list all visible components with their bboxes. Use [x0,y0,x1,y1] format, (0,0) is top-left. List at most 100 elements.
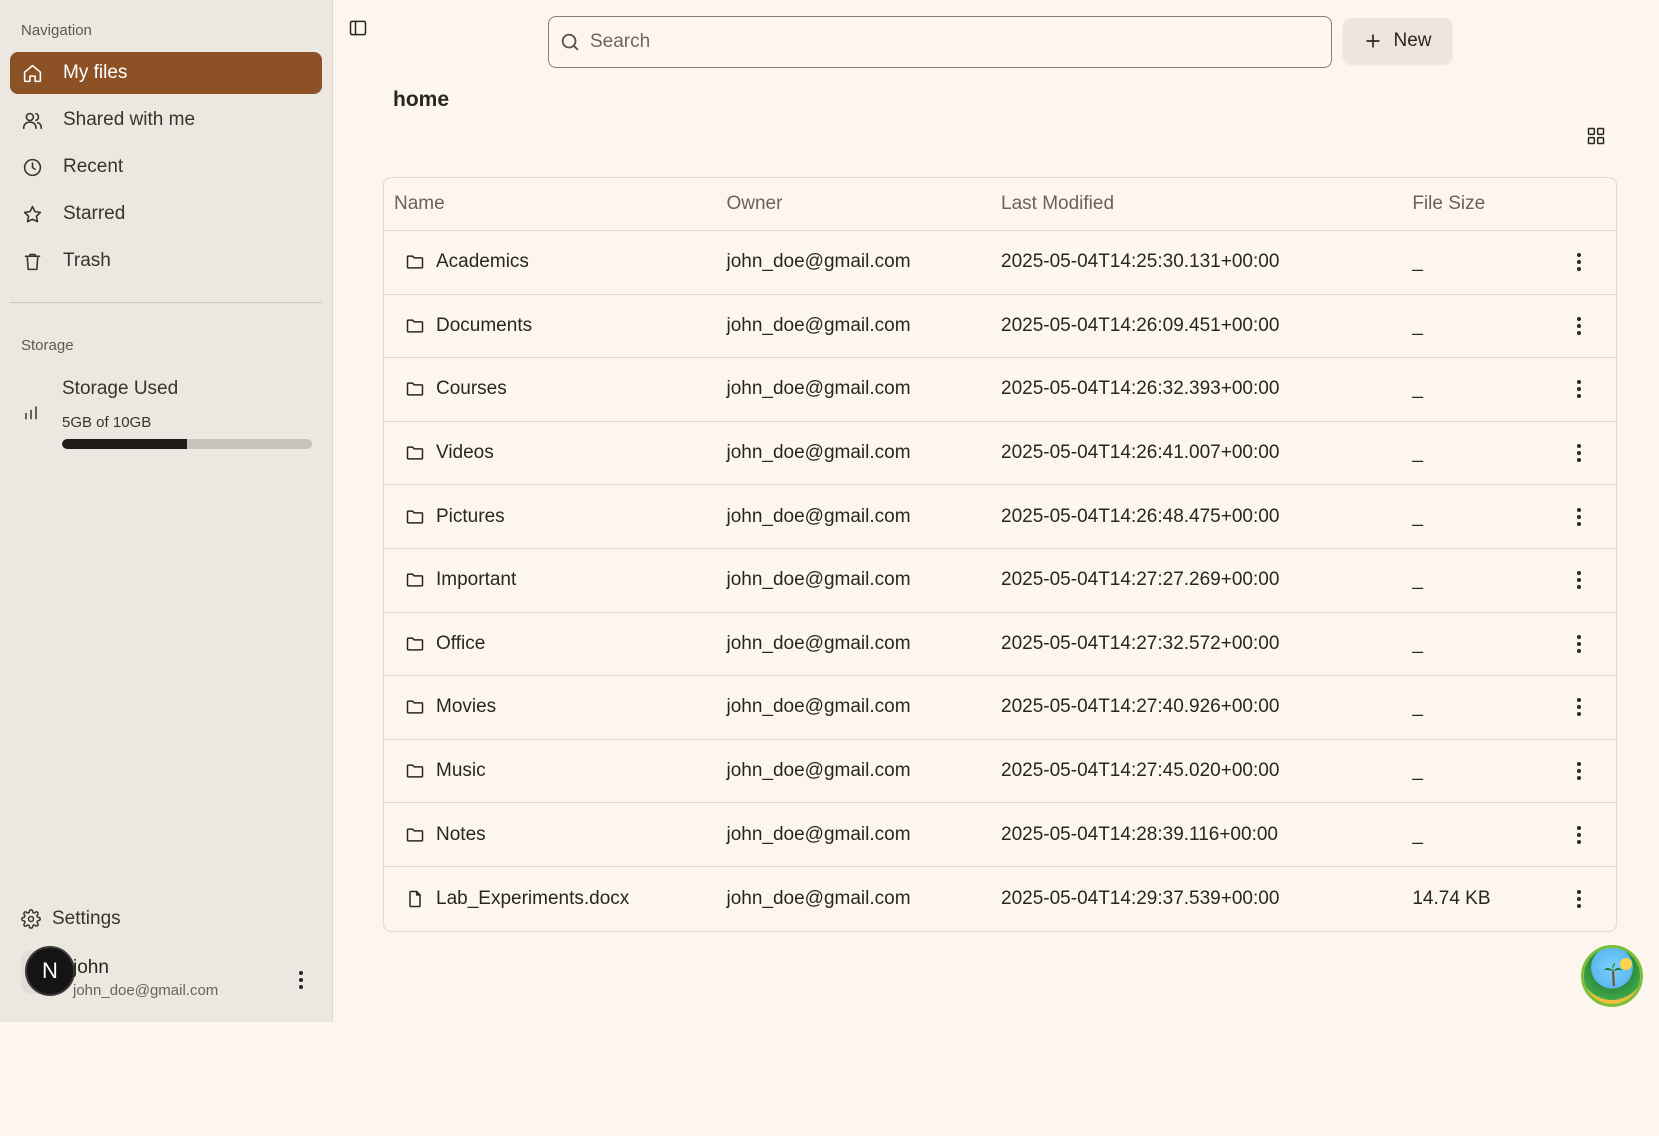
table-row[interactable]: Lab_Experiments.docx john_doe@gmail.com 20… [384,867,1616,931]
new-button[interactable]: New [1343,18,1452,64]
cell-file-size: _ [1412,696,1423,718]
cell-name: Documents [384,315,726,337]
cell-last-modified: 2025-05-04T14:29:37.539+00:00 [1001,887,1280,909]
breadcrumb: home [393,88,450,111]
item-name[interactable]: Important [436,569,516,591]
trash-icon [21,250,43,272]
more-vertical-icon [1577,698,1582,717]
item-name[interactable]: Lab_Experiments.docx [436,888,629,910]
cell-owner: john_doe@gmail.com [726,887,911,909]
row-menu-button[interactable] [1567,503,1591,531]
cell-owner: john_doe@gmail.com [726,314,911,336]
table-row[interactable]: Academics john_doe@gmail.com 2025-05-04T14… [384,231,1616,295]
sidebar-divider [10,302,322,303]
nav-list: My files Shared with me Recent Starred T… [10,52,322,287]
cell-file-size: _ [1412,251,1423,273]
item-name[interactable]: Pictures [436,506,505,528]
row-menu-button[interactable] [1567,312,1591,340]
item-name[interactable]: Office [436,633,485,655]
more-vertical-icon [1577,380,1582,399]
sidebar-item-label: Shared with me [63,109,196,130]
row-menu-button[interactable] [1567,439,1591,467]
sidebar-item-trash[interactable]: Trash [10,240,322,282]
column-header-last-modified[interactable]: Last Modified [1001,193,1412,215]
search-input[interactable] [590,31,1290,53]
table-row[interactable]: Pictures john_doe@gmail.com 2025-05-04T14:… [384,485,1616,549]
cell-owner: john_doe@gmail.com [726,823,911,845]
cell-owner: john_doe@gmail.com [726,505,911,527]
assistant-bubble[interactable] [1581,945,1643,1007]
table-row[interactable]: Office john_doe@gmail.com 2025-05-04T14:27… [384,613,1616,677]
search-icon [561,33,579,51]
item-name[interactable]: Academics [436,251,529,273]
cell-owner: john_doe@gmail.com [726,569,911,591]
item-name[interactable]: Courses [436,378,507,400]
more-vertical-icon [1577,889,1582,908]
column-header-file-size[interactable]: File Size [1412,193,1542,215]
cell-file-size: _ [1412,378,1423,400]
item-name[interactable]: Notes [436,824,486,846]
folder-icon [406,319,424,333]
new-button-label: New [1393,30,1432,51]
cell-last-modified: 2025-05-04T14:27:40.926+00:00 [1001,696,1280,718]
row-menu-button[interactable] [1567,693,1591,721]
row-menu-button[interactable] [1567,757,1591,785]
cell-name: Pictures [384,506,726,528]
folder-icon [406,573,424,587]
grid-view-button[interactable] [1586,126,1606,146]
sidebar-toggle-button[interactable] [348,18,368,38]
item-name[interactable]: Videos [436,442,494,464]
more-vertical-icon [1577,253,1582,272]
cell-actions [1542,821,1616,849]
user-profile[interactable]: CN N john john_doe@gmail.com [21,942,321,1000]
palm-tree-icon [1603,963,1623,986]
cell-actions [1542,375,1616,403]
cell-name: Notes [384,824,726,846]
row-menu-button[interactable] [1567,375,1591,403]
storage-amount: 5GB of 10GB [62,414,152,431]
cell-owner: john_doe@gmail.com [726,760,911,782]
item-name[interactable]: Documents [436,315,532,337]
cell-last-modified: 2025-05-04T14:26:48.475+00:00 [1001,505,1280,527]
sidebar-item-label: My files [63,62,128,83]
cell-actions [1542,630,1616,658]
item-name[interactable]: Movies [436,696,496,718]
home-icon [21,62,43,84]
sidebar-item-my-files[interactable]: My files [10,52,322,94]
table-row[interactable]: Documents john_doe@gmail.com 2025-05-04T14… [384,295,1616,359]
cell-file-size: _ [1412,442,1423,464]
cell-name: Important [384,569,726,591]
settings-button[interactable]: Settings [21,908,121,930]
gear-icon [21,909,41,929]
table-row[interactable]: Videos john_doe@gmail.com 2025-05-04T14:26… [384,422,1616,486]
column-header-owner[interactable]: Owner [726,193,1001,215]
cell-owner: john_doe@gmail.com [726,378,911,400]
user-menu-button[interactable] [291,968,311,992]
grid-icon [1587,127,1605,145]
table-row[interactable]: Music john_doe@gmail.com 2025-05-04T14:27:… [384,740,1616,804]
sidebar-item-shared-with-me[interactable]: Shared with me [10,99,322,141]
table-row[interactable]: Courses john_doe@gmail.com 2025-05-04T14:2… [384,358,1616,422]
table-row[interactable]: Movies john_doe@gmail.com 2025-05-04T14:27… [384,676,1616,740]
cell-last-modified: 2025-05-04T14:26:09.451+00:00 [1001,314,1280,336]
row-menu-button[interactable] [1567,566,1591,594]
table-row[interactable]: Important john_doe@gmail.com 2025-05-04T14… [384,549,1616,613]
more-vertical-icon [1577,634,1582,653]
row-menu-button[interactable] [1567,885,1591,913]
column-header-name[interactable]: Name [384,193,726,215]
row-menu-button[interactable] [1567,630,1591,658]
search-bar[interactable] [548,16,1332,68]
item-name[interactable]: Music [436,760,486,782]
cell-file-size: _ [1412,314,1423,336]
row-menu-button[interactable] [1567,248,1591,276]
sidebar-item-recent[interactable]: Recent [10,146,322,188]
more-vertical-icon [1577,762,1582,781]
row-menu-button[interactable] [1567,821,1591,849]
sidebar-item-starred[interactable]: Starred [10,193,322,235]
navigation-label: Navigation [21,22,92,39]
table-row[interactable]: Notes john_doe@gmail.com 2025-05-04T14:28:… [384,803,1616,867]
cell-owner: john_doe@gmail.com [726,696,911,718]
storage-label: Storage [21,337,74,354]
cell-name: Office [384,633,726,655]
sidebar-item-label: Trash [63,250,111,271]
